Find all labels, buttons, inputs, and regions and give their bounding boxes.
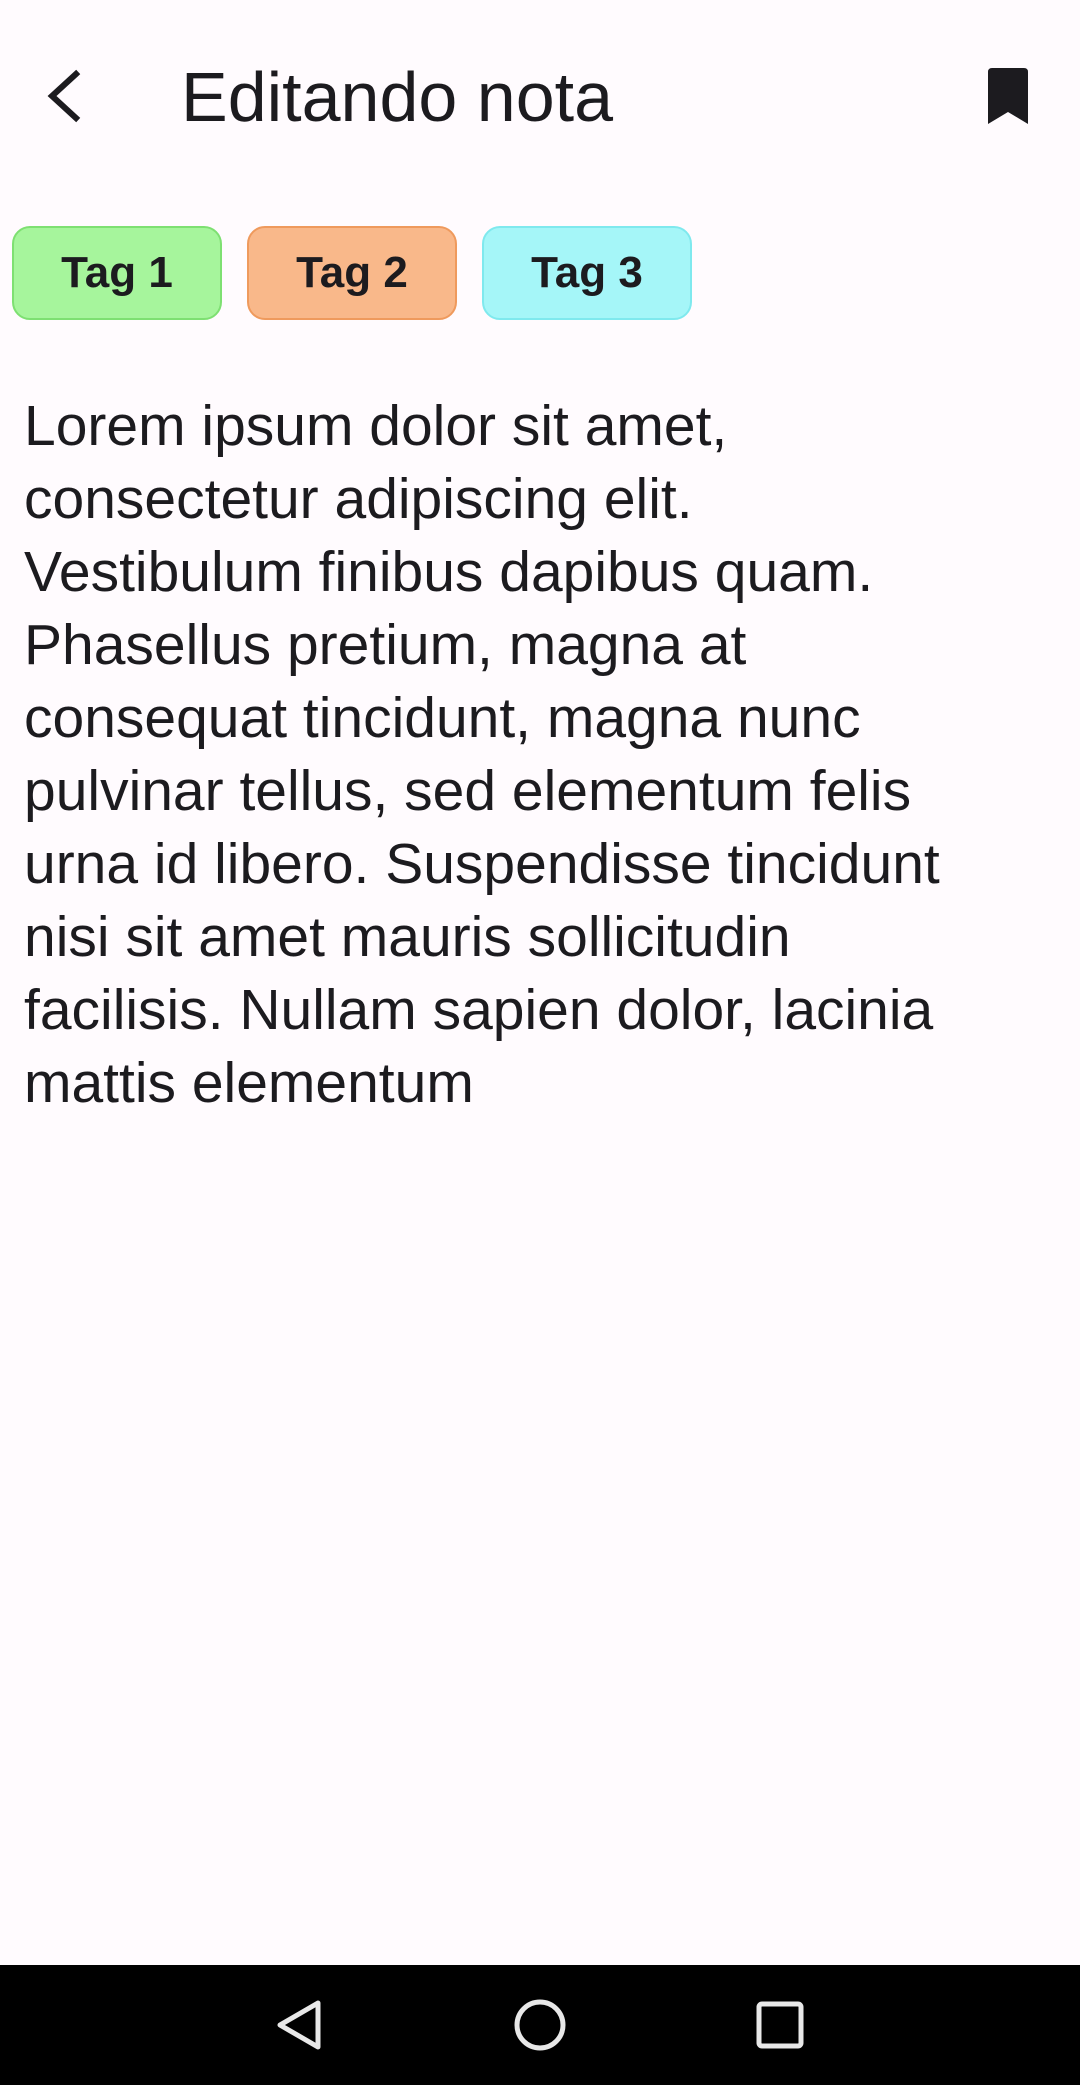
- system-navigation-bar: [0, 1965, 1080, 2085]
- nav-home-button[interactable]: [480, 1965, 600, 2085]
- app-bar: Editando nota: [0, 0, 1080, 196]
- tag-chip-3[interactable]: Tag 3: [482, 226, 692, 320]
- tag-list: Tag 1 Tag 2 Tag 3: [12, 226, 692, 320]
- nav-recents-button[interactable]: [720, 1965, 840, 2085]
- tag-chip-2[interactable]: Tag 2: [247, 226, 457, 320]
- triangle-back-icon: [277, 2000, 321, 2050]
- circle-home-icon: [514, 1999, 566, 2051]
- bookmark-icon: [988, 68, 1028, 124]
- arrow-back-icon: [47, 69, 81, 123]
- square-recents-icon: [756, 2001, 804, 2049]
- back-button[interactable]: [20, 48, 116, 144]
- page-title: Editando nota: [181, 58, 614, 136]
- bookmark-button[interactable]: [960, 48, 1056, 144]
- nav-back-button[interactable]: [240, 1965, 360, 2085]
- tag-chip-1[interactable]: Tag 1: [12, 226, 222, 320]
- note-text-field[interactable]: Lorem ipsum dolor sit amet, consectetur …: [24, 390, 1064, 1120]
